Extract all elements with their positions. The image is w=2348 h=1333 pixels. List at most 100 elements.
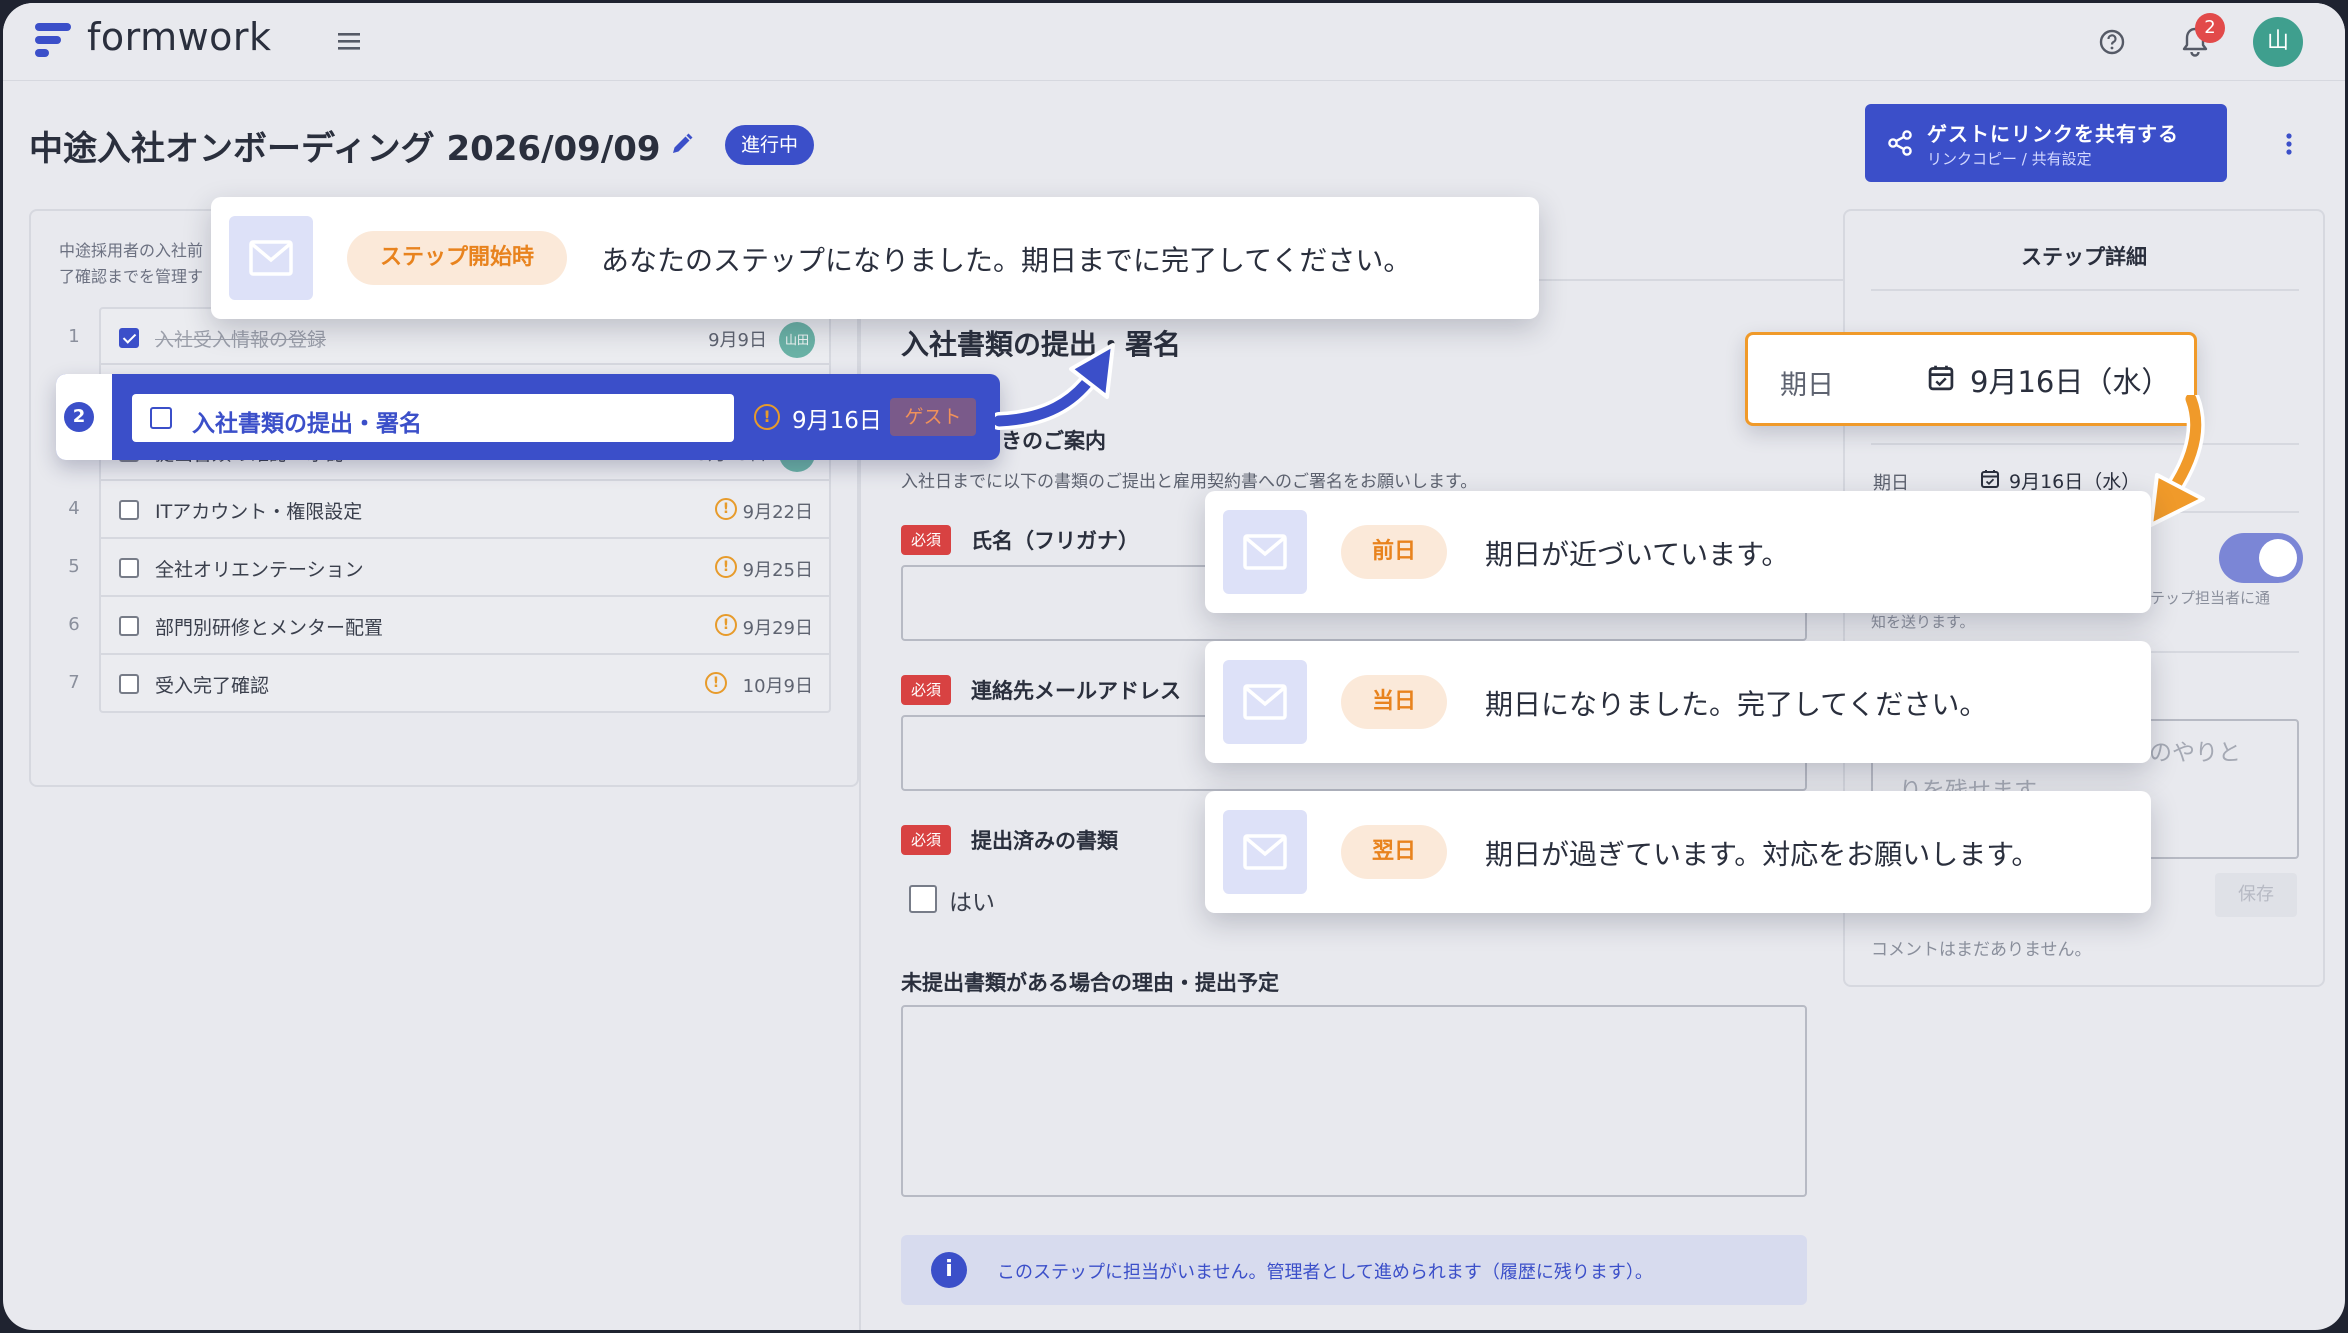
app-window: formwork 2 山 中途入社オンボーディング 2026/09/09 進行中 xyxy=(3,3,2345,1330)
mail-icon xyxy=(249,240,293,276)
notification-card-step-start: ステップ開始時 あなたのステップになりました。期日までに完了してください。 xyxy=(211,197,1539,319)
help-icon[interactable] xyxy=(2097,27,2127,57)
step-due-date: 9月25日 xyxy=(742,560,813,581)
mail-icon xyxy=(1243,834,1287,870)
step-due-date: 10月9日 xyxy=(742,676,813,697)
step-label: 全社オリエンテーション xyxy=(155,559,364,581)
toggle-note-line2: 知を送ります。 xyxy=(1871,613,1975,631)
toggle-knob xyxy=(2259,539,2297,577)
mail-icon xyxy=(1243,684,1287,720)
page-title: 中途入社オンボーディング 2026/09/09 xyxy=(29,129,661,169)
step-checkbox[interactable] xyxy=(150,407,172,429)
workflow-description: 中途採用者の入社前 xyxy=(59,241,204,260)
hamburger-menu-icon[interactable] xyxy=(335,29,363,53)
step-checkbox[interactable] xyxy=(119,674,139,694)
mail-tile xyxy=(1223,660,1307,744)
step-row[interactable]: 4 ITアカウント・権限設定 ! 9月22日 xyxy=(68,481,831,539)
step-due-date: 9月16日 xyxy=(792,408,882,434)
submitted-docs-label: 提出済みの書類 xyxy=(971,829,1118,853)
more-options-icon[interactable] xyxy=(2279,129,2299,159)
step-row[interactable]: 5 全社オリエンテーション ! 9月25日 xyxy=(68,539,831,597)
step-due-date: 9月29日 xyxy=(742,618,813,639)
edit-pencil-icon[interactable] xyxy=(667,129,697,159)
notification-message: 期日が近づいています。 xyxy=(1485,538,1790,571)
step-number: 2 xyxy=(64,402,94,432)
name-field-label: 氏名（フリガナ） xyxy=(971,529,1139,553)
step-checkbox[interactable] xyxy=(119,558,139,578)
reason-textarea[interactable] xyxy=(901,1005,1807,1197)
due-date-value[interactable]: 9月16日（水） xyxy=(2009,467,2140,494)
email-field-label: 連絡先メールアドレス xyxy=(971,679,1181,703)
comment-placeholder: のやりと xyxy=(2149,740,2241,766)
mail-icon xyxy=(1243,534,1287,570)
submitted-docs-checkbox[interactable] xyxy=(909,885,937,913)
app-name: formwork xyxy=(87,15,272,59)
unassigned-warning-icon: ! xyxy=(754,404,780,430)
calendar-icon xyxy=(1928,365,1954,391)
active-step-highlight[interactable]: 2 入社書類の提出・署名 ! 9月16日 ゲスト xyxy=(56,374,1000,460)
notification-card-day-before: 前日 期日が近づいています。 xyxy=(1205,491,2151,613)
notification-message: 期日になりました。完了してください。 xyxy=(1485,688,1988,721)
no-comments-text: コメントはまだありません。 xyxy=(1871,940,2092,960)
unassigned-warning-icon: ! xyxy=(715,614,737,636)
info-banner-text: このステップに担当がいません。管理者として進められます（履歴に残ります）。 xyxy=(997,1262,1653,1283)
required-badge: 必須 xyxy=(901,825,952,855)
step-number: 5 xyxy=(68,556,80,577)
toggle-note: ステップ担当者に通 xyxy=(2135,589,2271,607)
unassigned-warning-icon: ! xyxy=(705,672,727,694)
no-assignee-info-banner: i このステップに担当がいません。管理者として進められます（履歴に残ります）。 xyxy=(901,1235,1807,1305)
reason-field-label: 未提出書類がある場合の理由・提出予定 xyxy=(901,971,1279,995)
step-number: 4 xyxy=(68,498,80,519)
step-label: ITアカウント・権限設定 xyxy=(155,501,363,523)
step-due-date: 9月9日 xyxy=(708,330,767,351)
calendar-icon xyxy=(1981,470,1999,488)
assignee-avatar: 山田 xyxy=(779,322,815,358)
section-description: 入社日までに以下の書類のご提出と雇用契約書へのご署名をお願いします。 xyxy=(901,472,1478,492)
step-number: 6 xyxy=(68,614,80,635)
app-header: formwork 2 山 xyxy=(3,3,2345,81)
share-button-title: ゲストにリンクを共有する xyxy=(1927,122,2179,146)
step-due-date: 9月22日 xyxy=(742,502,813,523)
notification-card-due-day: 当日 期日になりました。完了してください。 xyxy=(1205,641,2151,763)
save-comment-button[interactable]: 保存 xyxy=(2215,873,2297,917)
step-row[interactable]: 7 受入完了確認 ! 10月9日 xyxy=(68,655,831,713)
step-label: 入社書類の提出・署名 xyxy=(192,411,422,437)
active-step-label-box: 入社書類の提出・署名 xyxy=(132,394,734,442)
due-date-highlight: 期日 9月16日（水） xyxy=(1745,332,2197,426)
divider xyxy=(1871,443,2299,445)
workflow-description-line2: 了確認までを管理す xyxy=(59,267,204,286)
unassigned-warning-icon: ! xyxy=(715,498,737,520)
notification-message: 期日が過ぎています。対応をお願いします。 xyxy=(1485,838,2040,871)
step-checkbox[interactable] xyxy=(119,328,139,348)
active-step-number-box: 2 xyxy=(56,374,112,460)
divider xyxy=(1871,289,2299,291)
step-checkbox[interactable] xyxy=(119,500,139,520)
required-badge: 必須 xyxy=(901,675,952,705)
guest-tag: ゲスト xyxy=(890,398,976,436)
user-avatar[interactable]: 山 xyxy=(2253,17,2303,67)
step-row[interactable]: 6 部門別研修とメンター配置 ! 9月29日 xyxy=(68,597,831,655)
share-button-subtitle: リンクコピー / 共有設定 xyxy=(1927,150,2092,168)
step-checkbox[interactable] xyxy=(119,616,139,636)
notification-card-day-after: 翌日 期日が過ぎています。対応をお願いします。 xyxy=(1205,791,2151,913)
orange-pointer-arrow-icon xyxy=(2149,395,2205,527)
step-label: 受入完了確認 xyxy=(155,675,270,697)
step-number: 7 xyxy=(68,672,80,693)
step-label: 部門別研修とメンター配置 xyxy=(155,617,384,639)
timing-pill: 当日 xyxy=(1341,675,1447,729)
timing-pill: 翌日 xyxy=(1341,825,1447,879)
info-icon: i xyxy=(931,1252,967,1288)
notification-message: あなたのステップになりました。期日までに完了してください。 xyxy=(601,244,1412,277)
share-icon xyxy=(1888,130,1912,156)
due-date-value: 9月16日（水） xyxy=(1970,365,2171,399)
required-badge: 必須 xyxy=(901,525,952,555)
due-date-label: 期日 xyxy=(1780,370,1834,401)
mail-tile xyxy=(1223,510,1307,594)
step-number: 1 xyxy=(68,326,80,347)
step-details-title: ステップ詳細 xyxy=(2021,245,2147,269)
share-guest-link-button[interactable]: ゲストにリンクを共有する リンクコピー / 共有設定 xyxy=(1865,104,2227,182)
status-badge: 進行中 xyxy=(725,125,815,165)
notify-assignee-toggle[interactable] xyxy=(2219,533,2303,583)
blue-pointer-arrow-icon xyxy=(995,343,1115,430)
mail-tile xyxy=(1223,810,1307,894)
